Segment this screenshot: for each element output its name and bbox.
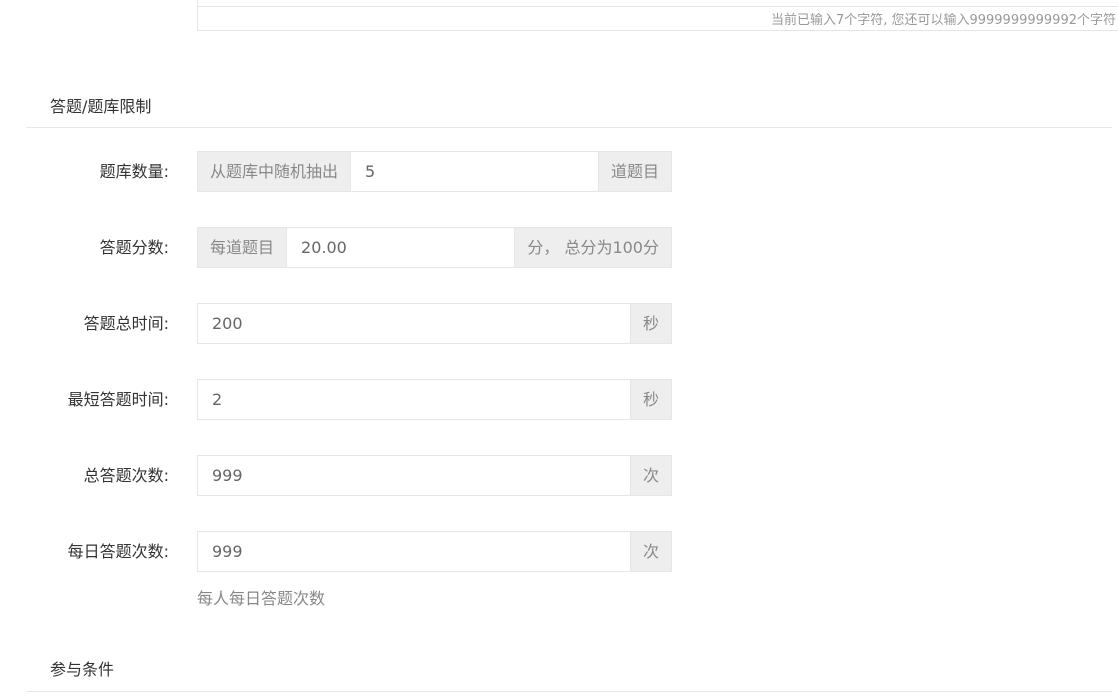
char-count-text: 当前已输入7个字符, 您还可以输入9999999999992个字符	[770, 13, 1116, 28]
daily-attempts-label: 每日答题次数:	[67, 542, 169, 561]
total-time-label: 答题总时间:	[83, 314, 169, 333]
textarea-divider	[198, 6, 1118, 7]
min-time-input[interactable]	[198, 380, 630, 419]
bank-count-suffix: 道题目	[597, 152, 671, 191]
daily-attempts-input[interactable]	[198, 532, 630, 571]
score-label: 答题分数:	[99, 238, 169, 257]
min-time-suffix: 秒	[629, 380, 671, 419]
total-attempts-label: 总答题次数:	[83, 466, 169, 485]
bank-count-input-group: 从题库中随机抽出 道题目	[197, 151, 672, 192]
total-attempts-input-group: 次	[197, 455, 672, 496]
total-time-input[interactable]	[198, 304, 630, 343]
bank-count-prefix: 从题库中随机抽出	[198, 152, 352, 191]
total-attempts-input[interactable]	[198, 456, 630, 495]
score-prefix: 每道题目	[198, 228, 288, 267]
score-input[interactable]	[287, 228, 515, 267]
bank-count-label: 题库数量:	[99, 162, 169, 181]
form-row-min-time: 最短答题时间: 秒	[0, 379, 1118, 420]
form-row-total-attempts: 总答题次数: 次	[0, 455, 1118, 496]
section-title-conditions: 参与条件	[50, 660, 115, 679]
score-suffix: 分， 总分为100分	[514, 228, 671, 267]
daily-attempts-suffix: 次	[629, 532, 671, 571]
min-time-label: 最短答题时间:	[67, 390, 169, 409]
section-divider	[26, 691, 1112, 692]
bank-count-input[interactable]	[351, 152, 598, 191]
min-time-input-group: 秒	[197, 379, 672, 420]
form-row-bank-count: 题库数量: 从题库中随机抽出 道题目	[0, 151, 1118, 192]
daily-attempts-input-group: 次	[197, 531, 672, 572]
total-time-input-group: 秒	[197, 303, 672, 344]
total-attempts-suffix: 次	[629, 456, 671, 495]
daily-attempts-help: 每人每日答题次数	[197, 589, 326, 608]
section-title-limits: 答题/题库限制	[50, 97, 152, 116]
form-row-daily-attempts: 每日答题次数: 次	[0, 531, 1118, 572]
form-row-total-time: 答题总时间: 秒	[0, 303, 1118, 344]
section-divider	[26, 127, 1112, 128]
form-row-score: 答题分数: 每道题目 分， 总分为100分	[0, 227, 1118, 268]
total-time-suffix: 秒	[629, 304, 671, 343]
description-textarea[interactable]: 当前已输入7个字符, 您还可以输入9999999999992个字符	[197, 0, 1118, 31]
score-input-group: 每道题目 分， 总分为100分	[197, 227, 672, 268]
